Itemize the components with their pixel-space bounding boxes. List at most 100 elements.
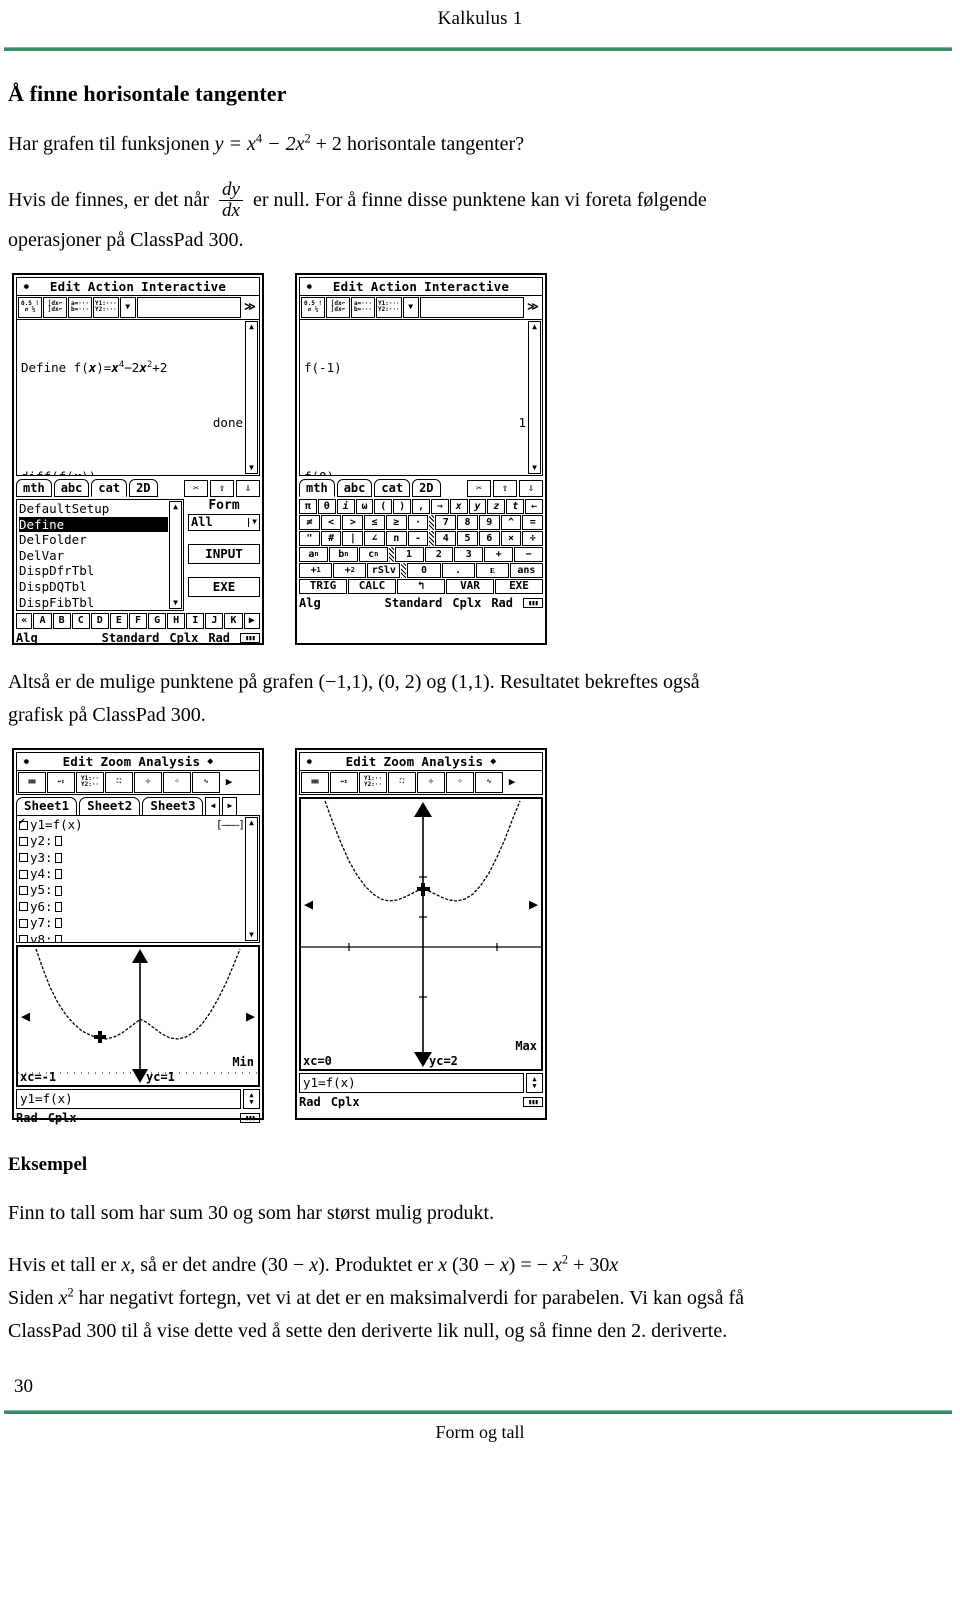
table-icon-3[interactable]: ▦▦ (18, 771, 46, 793)
key-angle[interactable]: ∠ (364, 530, 385, 546)
graph-entry-row-3[interactable]: y1=f(x) ▲ ▼ (16, 1088, 260, 1109)
tab-2d[interactable]: 2D (129, 478, 158, 497)
keyboard-row-sequences-123[interactable]: an bn cn 1 2 3 + − (299, 546, 543, 562)
toolbar-more-icon[interactable]: ≫ (242, 297, 258, 318)
menu-icon-3[interactable]: ✹ (23, 756, 30, 767)
resize-icon-3[interactable]: ↔↕ (47, 771, 75, 793)
key-calc[interactable]: CALC (348, 578, 396, 594)
key-n[interactable]: n (385, 530, 407, 546)
graph-entry-stepper-4[interactable]: ▲ ▼ (526, 1072, 543, 1093)
toolbar-blank-field-2[interactable] (419, 296, 524, 318)
alpha-key-g[interactable]: G (148, 612, 167, 629)
scroll-up-icon[interactable]: ▲ (249, 322, 254, 332)
checkbox-y8-icon[interactable] (19, 935, 28, 942)
variable-assign-icon[interactable]: a=··· b=··· (68, 296, 92, 318)
key-decimal-point[interactable]: . (441, 562, 475, 578)
menu-item-edit[interactable]: Edit (50, 279, 81, 294)
key-omega[interactable]: ω (355, 498, 374, 514)
menu-diamond-icon-3[interactable]: ◆ (207, 756, 213, 767)
key-minus-small[interactable]: - (407, 530, 429, 546)
checkbox-y6-icon[interactable] (19, 902, 28, 912)
alphabet-index-row[interactable]: « A B C D E F G H I J K ▶ (16, 612, 260, 629)
cut-icon[interactable]: ✂ (184, 479, 208, 497)
key-paren-open[interactable]: ( (374, 498, 393, 514)
y8-input-box[interactable] (54, 934, 62, 942)
key-backspace-icon[interactable]: ← (525, 498, 543, 514)
form-select[interactable]: All ▼ (188, 514, 260, 532)
chevron-down-icon[interactable]: ▼ (119, 296, 136, 318)
regression-icon-3[interactable]: ∿ (192, 771, 220, 793)
work-area-1[interactable]: Define f(x)=x4−2x2+2 done diff(f(x)) 4·x… (16, 319, 260, 476)
catalog-scroll-down-icon[interactable]: ▼ (173, 598, 178, 608)
zoom-box-icon-4[interactable]: ⊹ (417, 771, 445, 793)
y-list-scroll-up-icon[interactable]: ▲ (249, 818, 254, 828)
graph-entry-row-4[interactable]: y1=f(x) ▲ ▼ (299, 1072, 543, 1093)
key-comma[interactable]: , (412, 498, 430, 514)
y7-input-box[interactable] (54, 918, 62, 929)
checkbox-y5-icon[interactable] (19, 886, 28, 896)
toolbar-3[interactable]: ▦▦ ↔↕ Y1:·· Y2:·· ⛶ ⊹ ⁘ ∿ ▶ (16, 770, 260, 795)
input-button[interactable]: INPUT (188, 544, 260, 565)
catalog-item-1-selected[interactable]: Define (19, 516, 168, 533)
soft-keyboard-math[interactable]: π θ i ω ( ) , ⇒ x y z t ← ≠ < > ≤ ≥ · 7 … (299, 498, 544, 594)
keyboard-row-recursive-0[interactable]: +1 +2 rSlv 0 . ᴇ ans (299, 562, 543, 578)
classpad-graph-screen-max[interactable]: ✹ Edit Zoom Analysis ◆ ▦▦ ↔↕ Y1:·· Y2:·· … (295, 747, 547, 1120)
key-power[interactable]: ^ (500, 514, 522, 530)
key-var-t[interactable]: t (506, 498, 525, 514)
key-equals[interactable]: = (522, 514, 544, 530)
alpha-key-h[interactable]: H (167, 612, 186, 629)
key-multiply[interactable]: × (500, 530, 522, 546)
key-greater-than[interactable]: > (342, 514, 364, 530)
menu-diamond-icon-4[interactable]: ◆ (490, 756, 496, 767)
key-divide[interactable]: ÷ (522, 530, 544, 546)
scatter-icon-3[interactable]: ⁘ (163, 771, 191, 793)
y-row-6[interactable]: y6: (19, 899, 244, 915)
key-enter-icon[interactable]: ↰ (397, 578, 445, 594)
checkbox-y7-icon[interactable] (19, 918, 28, 928)
decimal-fraction-toggle-icon-2[interactable]: 0.5 ! ⇄ ½ (301, 296, 325, 318)
keyboard-tabs-1[interactable]: mth abc cat 2D ✂ ⇧ ⇩ (16, 478, 260, 497)
scroll-down-icon-2[interactable]: ▼ (532, 463, 537, 473)
variable-assign-icon-2[interactable]: a=··· b=··· (351, 296, 375, 318)
shift-up-icon[interactable]: ⇧ (210, 479, 234, 497)
key-plus[interactable]: + (484, 546, 514, 562)
y-row-8[interactable]: y8: (19, 932, 244, 942)
key-5[interactable]: 5 (457, 530, 478, 546)
menu-item-interactive[interactable]: Interactive (141, 279, 226, 294)
menu-icon[interactable]: ✹ (23, 281, 30, 292)
pan-left-icon-max[interactable]: ◀ (304, 896, 313, 913)
alpha-key-k[interactable]: K (224, 612, 243, 629)
catalog-item-6[interactable]: DispFibTbl (19, 595, 168, 610)
menu-item-edit-4[interactable]: Edit (346, 754, 377, 769)
form-chevron-down-icon[interactable]: ▼ (248, 517, 257, 528)
y-row-4[interactable]: y4: (19, 866, 244, 882)
menu-item-action-2[interactable]: Action (371, 279, 417, 294)
y3-input-box[interactable] (54, 852, 62, 863)
y-row-1[interactable]: y1=f(x) [———] (19, 817, 245, 833)
vertical-scrollbar-2[interactable]: ▲ ▼ (528, 320, 541, 474)
catalog-item-4[interactable]: DispDfrTbl (19, 563, 168, 579)
chevron-down-icon-2[interactable]: ▼ (402, 296, 419, 318)
alpha-key-j[interactable]: J (205, 612, 224, 629)
catalog-list[interactable]: DefaultSetup Define DelFolder DelVar Dis… (16, 498, 184, 611)
classpad-graph-screen-min[interactable]: ✹ Edit Zoom Analysis ◆ ▦▦ ↔↕ Y1:·· Y2:·· … (12, 747, 264, 1124)
sheet-tab-3[interactable]: Sheet3 (142, 796, 204, 816)
integral-icon[interactable]: ∫dx⌐ ∫dx⌐ (43, 296, 67, 318)
key-pipe[interactable]: | (342, 530, 364, 546)
key-var-y[interactable]: y (468, 498, 487, 514)
key-0[interactable]: 0 (407, 562, 441, 578)
key-dot-operator[interactable]: · (407, 514, 429, 530)
catalog-item-3[interactable]: DelVar (19, 548, 168, 564)
graph-y-icon[interactable]: Y1:··· Y2:··· (93, 296, 119, 318)
scatter-icon-4[interactable]: ⁘ (446, 771, 474, 793)
pan-right-icon-max[interactable]: ▶ (529, 896, 538, 913)
key-ans[interactable]: ans (509, 562, 543, 578)
alpha-key-b[interactable]: B (52, 612, 71, 629)
y4-input-box[interactable] (54, 869, 62, 880)
y-row-5[interactable]: y5: (19, 882, 244, 898)
key-exponent[interactable]: ᴇ (475, 562, 509, 578)
tab-mth[interactable]: mth (16, 478, 52, 497)
shift-up-icon-2[interactable]: ⇧ (493, 479, 517, 497)
key-trig[interactable]: TRIG (299, 578, 347, 594)
y-list-scroll-down-icon[interactable]: ▼ (249, 930, 254, 940)
